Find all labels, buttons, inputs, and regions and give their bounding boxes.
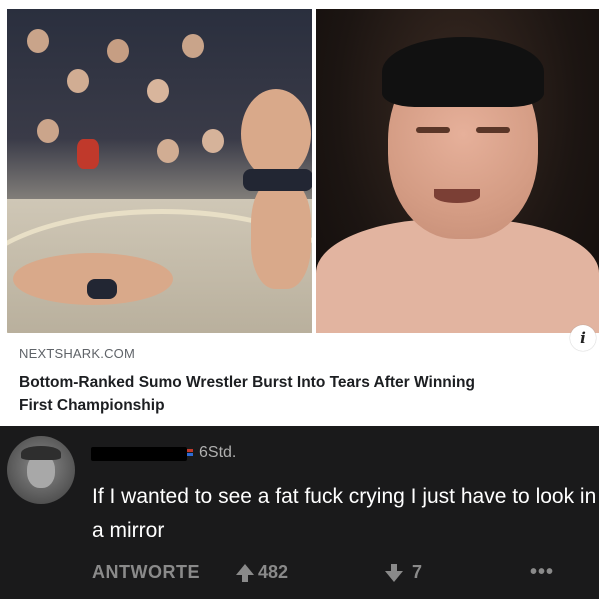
comment-actions: ANTWORTE 482 7 •••: [0, 562, 599, 592]
comment: 6Std. If I wanted to see a fat fuck cryi…: [0, 426, 599, 599]
comment-body: If I wanted to see a fat fuck crying I j…: [92, 485, 597, 542]
redacted-username: [91, 447, 187, 461]
link-headline[interactable]: Bottom-Ranked Sumo Wrestler Burst Into T…: [19, 371, 597, 417]
info-icon[interactable]: i: [570, 325, 596, 351]
downvote-count: 7: [412, 562, 423, 582]
reply-button[interactable]: ANTWORTE: [92, 562, 200, 583]
upvote-count: 482: [258, 562, 289, 582]
more-options-icon[interactable]: •••: [530, 562, 554, 582]
link-source-domain: NEXTSHARK.COM: [19, 346, 136, 361]
crying-wrestler-photo: [316, 9, 599, 333]
avatar[interactable]: [7, 436, 75, 504]
sumo-bout-photo: [7, 9, 312, 333]
news-link-card[interactable]: i NEXTSHARK.COM Bottom-Ranked Sumo Wrest…: [0, 0, 599, 426]
comment-timestamp: 6Std.: [199, 444, 237, 461]
arrow-down-icon[interactable]: [385, 571, 403, 582]
